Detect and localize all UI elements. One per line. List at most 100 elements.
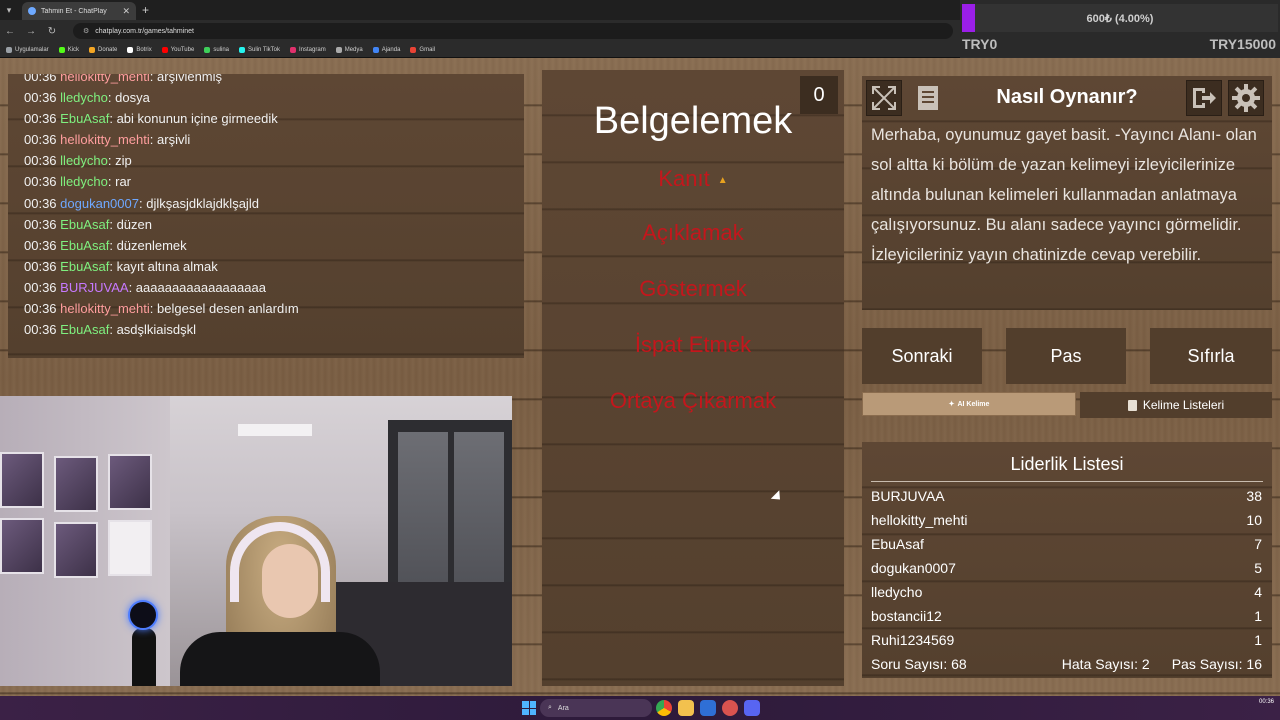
donation-goal-min: TRY0 [962,36,998,52]
leaderboard-title: Liderlik Listesi [1010,454,1124,474]
bookmark-icon [89,46,96,53]
chat-username[interactable]: EbuAsaf [60,238,109,253]
bookmark-label: Ajanda [381,46,401,53]
bookmark-icon [335,46,342,53]
pass-button[interactable]: Pas [1006,328,1126,384]
leaderboard-row: BURJUVAA 38 [871,488,1262,510]
tab-list-icon[interactable]: ▾ [0,0,18,20]
taskbar: ⌕ Ara 00:36 [0,696,1280,720]
chat-message: 00:36 hellokitty_mehti: arşivlenmiş [24,74,524,87]
chat-text: düzen [116,216,152,232]
chat-text: belgesel desen anlardım [157,301,299,317]
bookmark-icon [410,46,417,53]
chat-timestamp: 00:36 [24,195,57,211]
game-page: 00:36 hellokitty_mehti: arşivlenmiş 00:36… [0,58,1280,696]
bookmark-item[interactable]: Sulin TikTok [239,46,281,53]
chat-text: kayıt altına almak [116,258,218,274]
ai-word-button[interactable]: ✦ AI Kelime [862,392,1076,416]
windows-start-icon[interactable] [522,701,536,715]
cam-shelf [238,424,312,436]
chat-text: arşivli [157,132,191,148]
file-explorer-icon[interactable] [678,700,694,716]
new-tab-icon[interactable]: + [142,3,149,17]
app-icon[interactable] [700,700,716,716]
bookmark-label: Botrix [136,46,152,53]
chat-username[interactable]: BURJUVAA [60,280,128,295]
bookmark-item[interactable]: Botrix [127,46,152,53]
bookmark-item[interactable]: Ajanda [372,46,401,53]
chat-username[interactable]: dogukan0007 [60,196,139,211]
chat-username[interactable]: hellokitty_mehti [60,301,150,316]
leaderboard-panel: Liderlik Listesi BURJUVAA 38 hellokitty_me… [862,442,1272,678]
chat-message: 00:36 lledycho: zip [24,153,132,169]
chat-message: 00:36 EbuAsaf: asdşlkiaisdşkl [24,322,197,338]
leaderboard-score: 7 [1254,536,1262,552]
ai-icon: ✦ [948,401,955,408]
chat-message: 00:36 dogukan0007: djlkşasjdklajdklşajld [24,195,259,211]
site-info-icon[interactable]: ⚙ [83,27,89,35]
chat-timestamp: 00:36 [24,216,57,232]
bookmark-label: Kick [67,46,80,53]
chat-text: arşivlenmiş [157,74,223,84]
chat-username[interactable]: lledycho [60,90,108,105]
bookmark-icon [290,46,297,53]
bookmark-label: Sulin TikTok [248,46,281,53]
exit-icon[interactable] [1186,80,1222,116]
bookmark-label: Medya [344,46,363,53]
how-to-play-panel: Nasıl Oynanır? Merhaba, oyunumuz gayet b… [862,76,1272,310]
chat-username[interactable]: EbuAsaf [60,259,109,274]
settings-icon[interactable] [1228,80,1264,116]
discord-icon[interactable] [744,700,760,716]
leaderboard-score: 10 [1246,512,1262,528]
question-count: Soru Sayısı: 68 [871,656,967,672]
chat-username[interactable]: EbuAsaf [60,322,109,337]
chat-timestamp: 00:36 [24,322,57,338]
taskbar-search[interactable]: ⌕ Ara [540,699,652,717]
address-bar[interactable]: ⚙ chatplay.com.tr/games/tahminet [73,23,953,39]
chat-timestamp: 00:36 [24,174,57,190]
chat-username[interactable]: hellokitty_mehti [60,132,150,147]
back-icon[interactable]: ← [4,26,16,37]
browser-toolbar: ← → ↻ ⚙ chatplay.com.tr/games/tahminet [0,20,960,42]
chat-message: 00:36 lledycho: dosya [24,90,150,106]
reload-icon[interactable]: ↻ [46,26,58,37]
word-lists-button[interactable]: Kelime Listeleri [1080,392,1272,418]
chat-text: dosya [115,90,150,106]
bookmark-item[interactable]: Donate [89,46,117,53]
bookmark-item[interactable]: sulina [204,46,229,53]
chat-username[interactable]: EbuAsaf [60,111,109,126]
reset-button[interactable]: Sıfırla [1150,328,1272,384]
bookmark-item[interactable]: YouTube [161,46,194,53]
chat-timestamp: 00:36 [24,74,57,84]
bookmark-label: Uygulamalar [15,46,49,53]
bookmark-item[interactable]: Gmail [410,46,435,53]
next-button[interactable]: Sonraki [862,328,982,384]
chat-message: 00:36 hellokitty_mehti: arşivli [24,132,191,148]
bookmark-item[interactable]: Kick [58,46,80,53]
bookmark-item[interactable]: Uygulamalar [6,46,49,53]
leaderboard-name: EbuAsaf [871,536,924,552]
chat-username[interactable]: lledycho [60,174,108,189]
chat-username[interactable]: hellokitty_mehti [60,74,150,84]
word-lists-label: Kelime Listeleri [1142,398,1225,412]
chat-username[interactable]: EbuAsaf [60,217,109,232]
chat-timestamp: 00:36 [24,132,57,148]
taboo-word: Açıklamak [642,220,744,245]
browser-tab[interactable]: Tahmin Et - ChatPlay ✕ [22,2,136,20]
bookmark-item[interactable]: Instagram [290,46,326,53]
cam-light-ring [128,600,158,630]
bookmark-item[interactable]: Medya [335,46,363,53]
leaderboard-name: hellokitty_mehti [871,512,968,528]
app-icon[interactable] [722,700,738,716]
search-icon: ⌕ [548,704,552,711]
bookmark-icon [239,46,245,53]
tab-title: Tahmin Et - ChatPlay [41,7,107,15]
close-tab-icon[interactable]: ✕ [122,6,130,17]
chat-username[interactable]: lledycho [60,153,108,168]
bookmark-icon [372,46,379,53]
webcam-feed [0,396,512,686]
ai-word-label: AI Kelime [957,400,990,408]
chat-timestamp: 00:36 [24,258,57,274]
chrome-icon[interactable] [656,700,672,716]
forward-icon[interactable]: → [25,26,37,37]
